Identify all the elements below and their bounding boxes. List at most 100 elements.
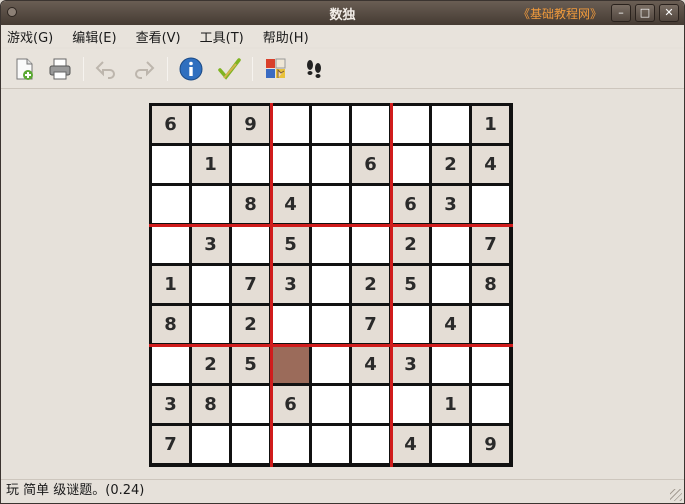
sudoku-cell[interactable]: [152, 226, 189, 263]
sudoku-cell[interactable]: 9: [232, 106, 269, 143]
sudoku-cell[interactable]: [392, 386, 429, 423]
sudoku-cell[interactable]: 3: [392, 346, 429, 383]
sudoku-cell[interactable]: 3: [192, 226, 229, 263]
sudoku-cell[interactable]: [232, 426, 269, 463]
sudoku-cell[interactable]: [472, 386, 509, 423]
sudoku-cell[interactable]: [272, 346, 309, 383]
sudoku-cell[interactable]: [392, 306, 429, 343]
sudoku-cell[interactable]: [192, 306, 229, 343]
sudoku-cell[interactable]: 6: [152, 106, 189, 143]
sudoku-cell[interactable]: 2: [352, 266, 389, 303]
sudoku-cell[interactable]: [352, 386, 389, 423]
sudoku-cell[interactable]: [432, 266, 469, 303]
sudoku-cell[interactable]: [232, 226, 269, 263]
redo-icon[interactable]: [131, 56, 157, 82]
sudoku-cell[interactable]: 4: [272, 186, 309, 223]
sudoku-cell[interactable]: 9: [472, 426, 509, 463]
sudoku-cell[interactable]: [392, 106, 429, 143]
sudoku-cell[interactable]: [392, 146, 429, 183]
sudoku-cell[interactable]: [152, 186, 189, 223]
sudoku-cell[interactable]: [312, 146, 349, 183]
sudoku-cell[interactable]: [312, 386, 349, 423]
menu-tools[interactable]: 工具(T): [200, 27, 244, 46]
sudoku-cell[interactable]: 6: [272, 386, 309, 423]
sudoku-cell[interactable]: 4: [352, 346, 389, 383]
sudoku-cell[interactable]: [152, 346, 189, 383]
sudoku-cell[interactable]: [192, 426, 229, 463]
hints-icon[interactable]: [263, 56, 289, 82]
resize-grip[interactable]: [670, 489, 682, 501]
sudoku-cell[interactable]: 4: [472, 146, 509, 183]
sudoku-cell[interactable]: 1: [192, 146, 229, 183]
sudoku-cell[interactable]: [352, 426, 389, 463]
sudoku-cell[interactable]: [472, 306, 509, 343]
sudoku-cell[interactable]: [192, 266, 229, 303]
sudoku-cell[interactable]: [312, 226, 349, 263]
new-game-icon[interactable]: [11, 56, 37, 82]
sudoku-cell[interactable]: 5: [272, 226, 309, 263]
sudoku-cell[interactable]: 3: [432, 186, 469, 223]
sudoku-cell[interactable]: 3: [152, 386, 189, 423]
sudoku-cell[interactable]: 6: [352, 146, 389, 183]
sudoku-cell[interactable]: [312, 186, 349, 223]
menu-game[interactable]: 游戏(G): [7, 27, 53, 46]
print-icon[interactable]: [47, 56, 73, 82]
sudoku-cell[interactable]: [472, 346, 509, 383]
sudoku-cell[interactable]: [232, 146, 269, 183]
sudoku-cell[interactable]: [432, 226, 469, 263]
menu-view[interactable]: 查看(V): [136, 27, 181, 46]
sudoku-cell[interactable]: 7: [352, 306, 389, 343]
sudoku-cell[interactable]: 7: [152, 426, 189, 463]
sudoku-cell[interactable]: [352, 226, 389, 263]
sudoku-cell[interactable]: 8: [472, 266, 509, 303]
sudoku-cell[interactable]: [312, 346, 349, 383]
sudoku-cell[interactable]: [312, 106, 349, 143]
sudoku-cell[interactable]: [192, 186, 229, 223]
title-bar[interactable]: 数独 《基础教程网》 – □ ✕: [1, 1, 684, 25]
sudoku-cell[interactable]: 8: [232, 186, 269, 223]
sudoku-cell[interactable]: 8: [152, 306, 189, 343]
check-icon[interactable]: [216, 56, 242, 82]
sudoku-cell[interactable]: 5: [232, 346, 269, 383]
sudoku-cell[interactable]: 2: [192, 346, 229, 383]
sudoku-cell[interactable]: 2: [392, 226, 429, 263]
sudoku-cell[interactable]: [352, 186, 389, 223]
sudoku-cell[interactable]: [232, 386, 269, 423]
menu-edit[interactable]: 编辑(E): [72, 27, 116, 46]
sudoku-cell[interactable]: 5: [392, 266, 429, 303]
sudoku-cell[interactable]: [352, 106, 389, 143]
track-icon[interactable]: [301, 56, 327, 82]
sudoku-cell[interactable]: 7: [472, 226, 509, 263]
sudoku-cell[interactable]: [432, 106, 469, 143]
sudoku-cell[interactable]: 8: [192, 386, 229, 423]
sudoku-cell[interactable]: [192, 106, 229, 143]
menu-help[interactable]: 帮助(H): [263, 27, 309, 46]
sudoku-cell[interactable]: [312, 426, 349, 463]
sudoku-cell[interactable]: 6: [392, 186, 429, 223]
sudoku-cell[interactable]: 4: [432, 306, 469, 343]
sudoku-cell[interactable]: 7: [232, 266, 269, 303]
sudoku-cell[interactable]: 1: [432, 386, 469, 423]
minimize-button[interactable]: –: [611, 4, 631, 22]
sudoku-cell[interactable]: [312, 266, 349, 303]
toolbar-separator: [252, 57, 253, 81]
undo-icon[interactable]: [93, 56, 119, 82]
sudoku-cell[interactable]: [272, 426, 309, 463]
close-button[interactable]: ✕: [659, 4, 679, 22]
sudoku-cell[interactable]: 2: [432, 146, 469, 183]
info-icon[interactable]: [178, 56, 204, 82]
sudoku-cell[interactable]: 3: [272, 266, 309, 303]
sudoku-cell[interactable]: [312, 306, 349, 343]
sudoku-cell[interactable]: 1: [152, 266, 189, 303]
sudoku-cell[interactable]: [272, 146, 309, 183]
sudoku-cell[interactable]: [152, 146, 189, 183]
sudoku-cell[interactable]: 4: [392, 426, 429, 463]
sudoku-cell[interactable]: [472, 186, 509, 223]
sudoku-cell[interactable]: 1: [472, 106, 509, 143]
sudoku-cell[interactable]: [432, 426, 469, 463]
sudoku-cell[interactable]: [272, 306, 309, 343]
sudoku-cell[interactable]: [432, 346, 469, 383]
sudoku-cell[interactable]: 2: [232, 306, 269, 343]
maximize-button[interactable]: □: [635, 4, 655, 22]
sudoku-cell[interactable]: [272, 106, 309, 143]
